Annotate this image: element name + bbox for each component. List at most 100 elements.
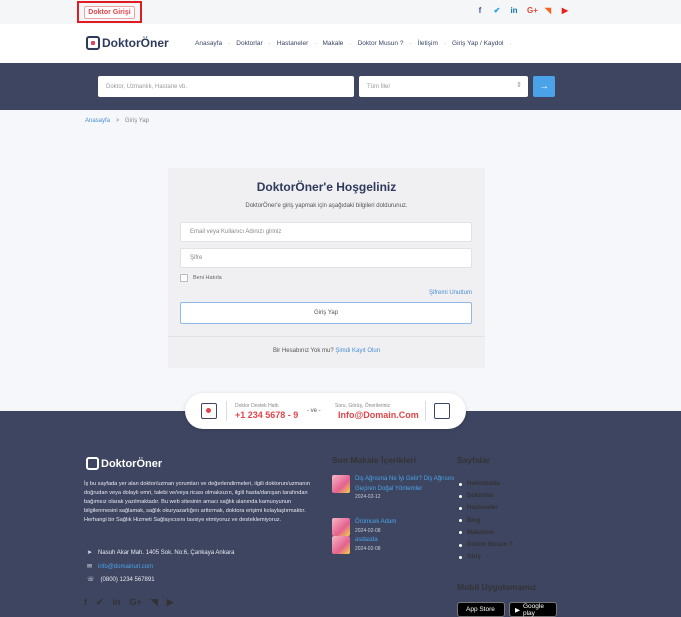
play-icon: ▶ — [515, 606, 520, 614]
article-title[interactable]: asdasda — [355, 536, 455, 546]
arrow-right-icon: → — [539, 81, 549, 92]
hotline-label: Doktor Destek Hattı — [235, 403, 279, 409]
footer-email-link[interactable]: info@domainurl.com — [98, 564, 153, 570]
footer-link-blog[interactable]: Blog — [459, 515, 513, 527]
register-prompt-text: Bir Hesabınız Yok mu? — [272, 348, 334, 354]
city-select-value: Tüm İller — [367, 84, 391, 90]
hotline-number[interactable]: +1 234 5678 - 9 — [235, 410, 298, 420]
nav-item-home[interactable]: Anasayfa — [189, 40, 228, 47]
main-navbar: DoktorÖner Anasayfa · Doktorlar · Hastanel… — [0, 24, 681, 63]
card-divider — [168, 336, 485, 337]
footer-link-are-you-doctor[interactable]: Doktor Musun ? — [459, 539, 513, 551]
nav-item-hospitals[interactable]: Hastaneler — [271, 40, 314, 47]
register-prompt: Bir Hesabınız Yok mu? Şimdi Kayıt Olun — [168, 348, 485, 354]
logo-text: DoktorÖner — [102, 36, 169, 50]
remember-label: Beni Hatırla — [193, 275, 222, 281]
google-play-badge[interactable]: ▶ Google play — [509, 602, 557, 617]
google-play-label: Google play — [523, 602, 544, 617]
footer-link-doctors[interactable]: Doktorlar — [459, 490, 513, 502]
app-store-badge[interactable]: App Store — [457, 602, 505, 617]
footer-address: ➤ Nasuh Akar Mah. 1405 Sok. No:6, Çankay… — [87, 549, 235, 557]
envelope-icon: ✉ — [87, 564, 93, 570]
nav-menu: Anasayfa · Doktorlar · Hastaneler · Makale ·… — [189, 40, 512, 47]
footer-link-about[interactable]: Hakkımızda — [459, 478, 513, 490]
nav-item-articles[interactable]: Makale — [316, 40, 349, 47]
breadcrumb-separator: > — [115, 118, 120, 124]
footer-pages-list: Hakkımızda Doktorlar Hastaneler Blog Mak… — [459, 478, 513, 563]
phone-icon: ☏ — [87, 577, 95, 583]
support-pill: Doktor Destek Hattı +1 234 5678 - 9 - ve… — [185, 393, 466, 429]
facebook-icon[interactable]: f — [84, 597, 87, 608]
phone-text: (0800) 1234 567891 — [100, 576, 155, 583]
email-field[interactable]: Email veya Kullanıcı Adınızı giriniz — [180, 222, 472, 242]
linkedin-icon[interactable]: in — [510, 6, 518, 15]
logo-mark-icon — [86, 36, 100, 50]
breadcrumb: Anasayfa > Giriş Yap — [85, 118, 149, 124]
article-thumbnail — [332, 518, 350, 536]
breadcrumb-current: Giriş Yap — [124, 118, 150, 124]
chevron-updown-icon: ⇕ — [516, 82, 522, 89]
search-button[interactable]: → — [533, 76, 555, 97]
footer-link-login[interactable]: Giriş — [459, 551, 513, 563]
top-bar: Doktor Girişi f ✔ in G+ ◥ ▶ — [0, 0, 681, 24]
support-joiner: - ve - — [307, 408, 321, 414]
register-link[interactable]: Şimdi Kayıt Olun — [335, 348, 380, 354]
remember-me[interactable]: Beni Hatırla — [180, 274, 222, 282]
article-thumbnail — [332, 475, 350, 493]
article-title[interactable]: Diş Ağrısına Ne İyi Gelir? Diş Ağrısını … — [355, 475, 455, 494]
nav-item-login-register[interactable]: Giriş Yap / Kaydol — [446, 40, 509, 47]
login-submit-button[interactable]: Giriş Yap — [180, 302, 472, 324]
feedback-email[interactable]: Info@Domain.Com — [338, 410, 419, 420]
footer-email: ✉ info@domainurl.com — [87, 563, 153, 571]
twitter-icon[interactable]: ✔ — [96, 597, 104, 608]
footer-link-articles[interactable]: Makaleler — [459, 527, 513, 539]
article-thumbnail — [332, 536, 350, 554]
feedback-label: Soru, Görüş, Önerileriniz — [335, 403, 391, 409]
site-logo[interactable]: DoktorÖner — [86, 36, 169, 50]
app-store-label: App Store — [466, 606, 495, 613]
twitter-icon[interactable]: ✔ — [493, 6, 501, 15]
nav-item-doctors[interactable]: Doktorlar — [230, 40, 268, 47]
article-date: 2024-02-08 — [355, 527, 381, 534]
logo-mark-icon — [86, 457, 99, 470]
address-text: Nasuh Akar Mah. 1405 Sok. No:6, Çankaya … — [98, 549, 235, 556]
facebook-icon[interactable]: f — [476, 6, 484, 15]
youtube-icon[interactable]: ▶ — [561, 6, 569, 15]
search-input[interactable]: Doktor, Uzmanlık, Hastane vb. — [98, 76, 354, 97]
login-title: DoktorÖner'e Hoşgeliniz — [256, 180, 397, 194]
password-field[interactable]: Şifre — [180, 248, 472, 268]
article-title[interactable]: Örümcek Adam — [355, 518, 455, 528]
nav-item-are-you-doctor[interactable]: Doktor Musun ? — [352, 40, 410, 47]
doctor-login-highlight[interactable]: Doktor Girişi — [77, 1, 142, 23]
remember-checkbox[interactable] — [180, 274, 188, 282]
footer-logo[interactable]: DoktorÖner — [86, 457, 162, 470]
linkedin-icon[interactable]: in — [113, 597, 121, 608]
nav-item-contact[interactable]: İletişim — [412, 40, 444, 47]
youtube-icon[interactable]: ▶ — [167, 597, 174, 608]
breadcrumb-home[interactable]: Anasayfa — [85, 118, 110, 124]
forgot-password-link[interactable]: Şifremi Unuttum — [429, 290, 472, 296]
pages-heading: Sayfalar — [457, 455, 491, 465]
google-plus-icon[interactable]: G+ — [527, 6, 538, 15]
rss-icon[interactable]: ◥ — [544, 6, 552, 15]
footer-link-hospitals[interactable]: Hastaneler — [459, 502, 513, 514]
doctor-support-icon — [201, 403, 217, 419]
login-card: DoktorÖner'e Hoşgeliniz DoktorÖner'e gir… — [168, 168, 485, 368]
mobile-app-heading: Mobil Uygulamamız — [457, 582, 537, 592]
search-band: Doktor, Uzmanlık, Hastane vb. Tüm İller … — [0, 63, 681, 110]
article-item[interactable]: Örümcek Adam 2024-02-08 — [332, 518, 455, 536]
article-item[interactable]: Diş Ağrısına Ne İyi Gelir? Diş Ağrısını … — [332, 475, 455, 500]
footer-phone: ☏ (0800) 1234 567891 — [87, 576, 155, 584]
google-plus-icon[interactable]: G+ — [130, 597, 142, 608]
location-arrow-icon: ➤ — [87, 550, 93, 556]
article-item[interactable]: asdasda 2024-02-08 — [332, 536, 455, 554]
doctor-login-button[interactable]: Doktor Girişi — [84, 5, 135, 19]
login-subtitle: DoktorÖner'e giriş yapmak için aşağıdaki… — [245, 203, 408, 209]
article-date: 2024-02-08 — [355, 545, 381, 552]
feedback-icon — [434, 403, 450, 419]
rss-icon[interactable]: ◥ — [151, 597, 158, 608]
footer-about-text: İş bu sayfada yer alan doktor/uzman yoru… — [84, 481, 311, 524]
articles-heading: Son Makale İçerikleri — [332, 455, 417, 465]
footer-logo-text: DoktorÖner — [101, 457, 163, 470]
city-select[interactable]: Tüm İller ⇕ — [359, 76, 528, 97]
